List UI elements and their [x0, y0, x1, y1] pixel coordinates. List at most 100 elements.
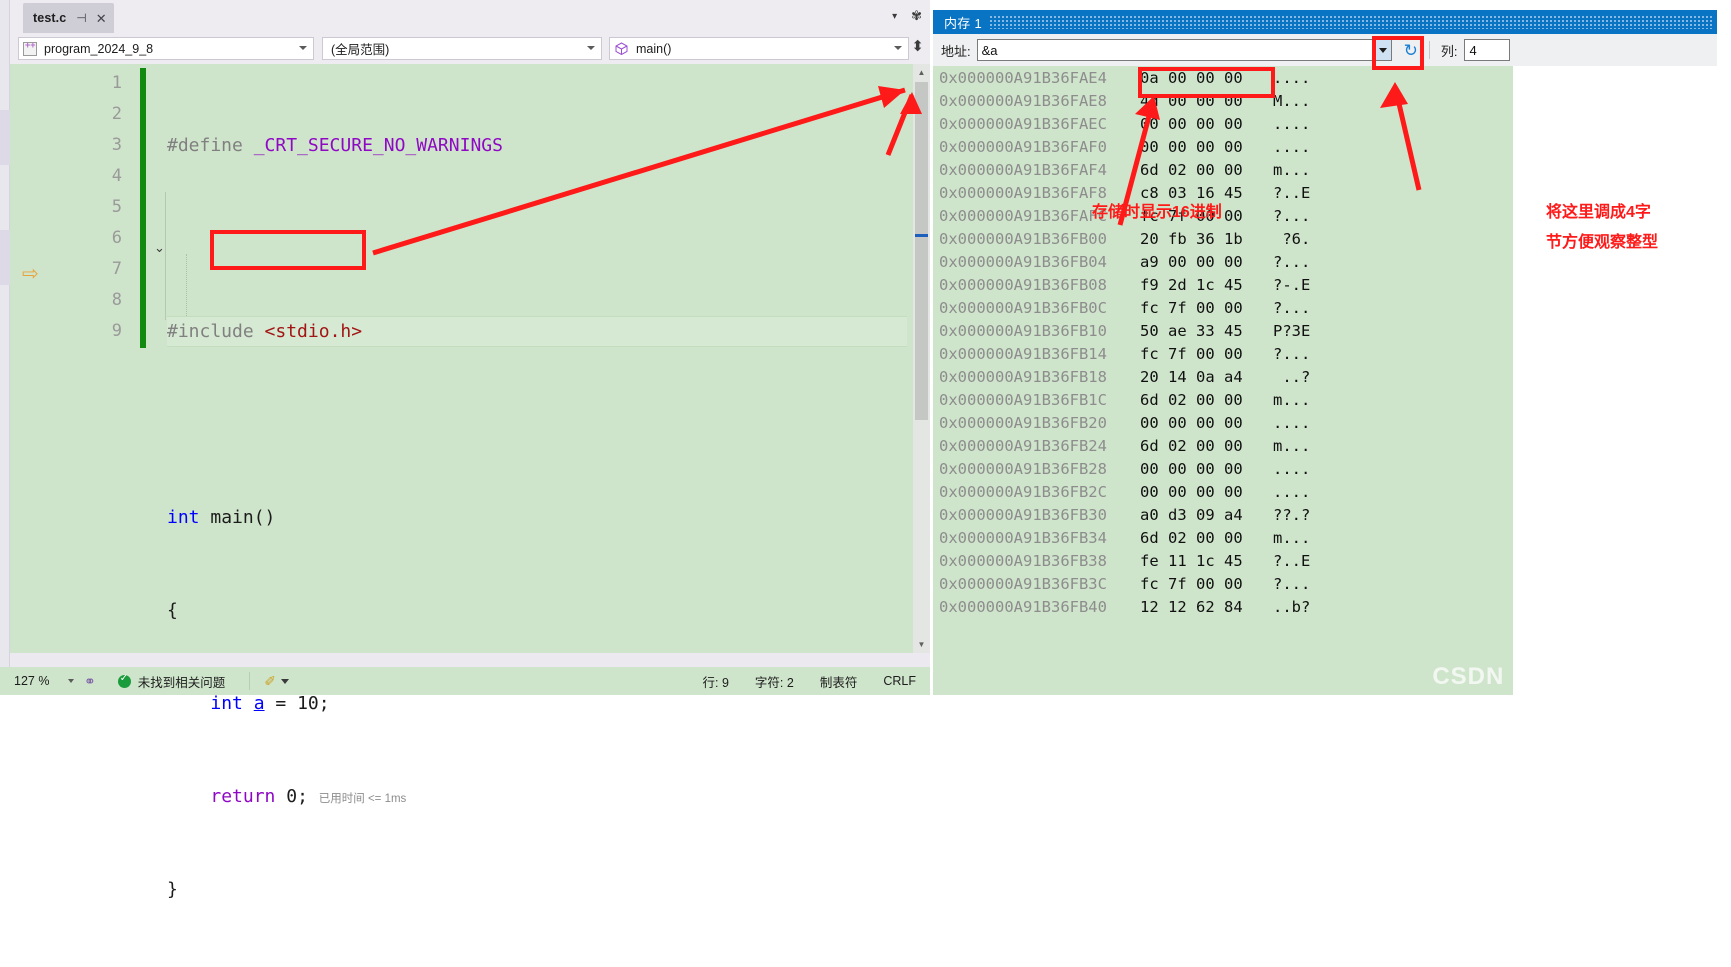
memory-row-hex: a0 d3 09 a4 — [1140, 505, 1243, 524]
editor-status-bar: 127 % ⚭ 未找到相关问题 ✐ 行: 9 字符: 2 制表符 CRLF — [0, 667, 930, 695]
scrollbar-position-marker — [915, 234, 928, 237]
memory-window-pane: 内存 1 地址: &a ↻ 列: 4 0x000000A91B36FAE4 0a … — [930, 0, 1731, 695]
pin-icon[interactable]: ⊣ — [76, 12, 86, 24]
memory-row[interactable]: 0x000000A91B36FB00 20 fb 36 1b ?6. — [933, 227, 1513, 250]
memory-row-hex: 00 00 00 00 — [1140, 114, 1243, 133]
memory-row-ascii: m... — [1273, 160, 1311, 179]
function-dropdown[interactable]: main() — [609, 37, 909, 60]
memory-row-ascii: ?6. — [1273, 229, 1311, 248]
memory-row-address: 0x000000A91B36FB3C — [939, 574, 1107, 593]
line-number: 2 — [111, 104, 122, 124]
memory-row[interactable]: 0x000000A91B36FB10 50 ae 33 45 P?3E — [933, 319, 1513, 342]
memory-row[interactable]: 0x000000A91B36FB34 6d 02 00 00 m... — [933, 526, 1513, 549]
memory-row[interactable]: 0x000000A91B36FB04 a9 00 00 00?... — [933, 250, 1513, 273]
chevron-down-icon — [68, 679, 74, 683]
memory-row-ascii: ?... — [1273, 298, 1311, 317]
source-code-text[interactable]: #define _CRT_SECURE_NO_WARNINGS #include… — [167, 68, 503, 967]
memory-row-address: 0x000000A91B36FAE4 — [939, 68, 1107, 87]
columns-input-value: 4 — [1469, 42, 1477, 58]
line-number: 6 — [111, 228, 122, 248]
memory-row-hex: 20 14 0a a4 — [1140, 367, 1243, 386]
project-dropdown[interactable]: program_2024_9_8 — [18, 37, 314, 60]
memory-row[interactable]: 0x000000A91B36FB14 fc 7f 00 00?... — [933, 342, 1513, 365]
split-view-icon[interactable]: ⬍ — [911, 39, 924, 54]
memory-row-hex: 00 00 00 00 — [1140, 137, 1243, 156]
memory-row[interactable]: 0x000000A91B36FAFC fc 7f 00 00?... — [933, 204, 1513, 227]
memory-row-ascii: M... — [1273, 91, 1311, 110]
gear-icon[interactable]: ✾ — [911, 8, 922, 24]
memory-row[interactable]: 0x000000A91B36FAF0 00 00 00 00.... — [933, 135, 1513, 158]
memory-row-ascii: ?... — [1273, 206, 1311, 225]
memory-row-address: 0x000000A91B36FB04 — [939, 252, 1107, 271]
tab-strip-actions: ▾ ✾ — [892, 8, 922, 24]
memory-window-titlebar[interactable]: 内存 1 — [933, 10, 1717, 34]
chevron-down-icon — [299, 46, 307, 50]
memory-row[interactable]: 0x000000A91B36FAF8 c8 03 16 45 ?..E — [933, 181, 1513, 204]
memory-row[interactable]: 0x000000A91B36FB1C 6d 02 00 00 m... — [933, 388, 1513, 411]
memory-row[interactable]: 0x000000A91B36FAE8 4d 00 00 00 M... — [933, 89, 1513, 112]
editor-vertical-scrollbar[interactable]: ▲ ▼ — [913, 64, 930, 653]
memory-row-hex: 00 00 00 00 — [1140, 482, 1243, 501]
memory-row-ascii: ?... — [1273, 344, 1311, 363]
indent-guide — [165, 192, 166, 320]
memory-row-hex: 6d 02 00 00 — [1140, 390, 1243, 409]
memory-row[interactable]: 0x000000A91B36FB24 6d 02 00 00 m... — [933, 434, 1513, 457]
memory-row-hex: fc 7f 00 00 — [1140, 298, 1243, 317]
left-rail-tab-1[interactable] — [0, 110, 10, 165]
memory-toolbar: 地址: &a ↻ 列: 4 — [933, 34, 1717, 66]
memory-row[interactable]: 0x000000A91B36FB38 fe 11 1c 45 ?..E — [933, 549, 1513, 572]
chevron-down-icon[interactable]: ▾ — [892, 11, 897, 22]
memory-row-address: 0x000000A91B36FB28 — [939, 459, 1107, 478]
refresh-icon[interactable]: ↻ — [1404, 42, 1418, 59]
memory-row-address: 0x000000A91B36FB20 — [939, 413, 1107, 432]
memory-row-hex: fe 11 1c 45 — [1140, 551, 1243, 570]
document-tab-test-c[interactable]: test.c ⊣ ✕ — [23, 3, 114, 33]
memory-row[interactable]: 0x000000A91B36FAEC 00 00 00 00.... — [933, 112, 1513, 135]
code-fold-chevron-icon[interactable]: ⌄ — [154, 240, 165, 256]
function-dropdown-label: main() — [636, 41, 672, 56]
address-input[interactable]: &a — [976, 39, 1392, 61]
memory-row[interactable]: 0x000000A91B36FB2C 00 00 00 00.... — [933, 480, 1513, 503]
code-editing-surface[interactable]: ⇨ 1 2 3 4 5 6 7 8 9 ⌄ #define _CRT_SECUR… — [10, 64, 930, 900]
memory-row-address: 0x000000A91B36FB14 — [939, 344, 1107, 363]
memory-row-hex: fc 7f 00 00 — [1140, 574, 1243, 593]
memory-row-ascii: m... — [1273, 528, 1311, 547]
chevron-down-icon[interactable] — [1373, 40, 1391, 60]
memory-row[interactable]: 0x000000A91B36FB30 a0 d3 09 a4??.? — [933, 503, 1513, 526]
scrollbar-thumb[interactable] — [915, 82, 928, 420]
status-line-number: 行: 9 — [702, 675, 729, 690]
document-tab-label: test.c — [33, 11, 67, 25]
scroll-up-arrow-icon[interactable]: ▲ — [913, 64, 930, 81]
memory-row[interactable]: 0x000000A91B36FAF4 6d 02 00 00 m... — [933, 158, 1513, 181]
scope-dropdown[interactable]: (全局范围) — [322, 37, 602, 60]
memory-row[interactable]: 0x000000A91B36FAE4 0a 00 00 00.... — [933, 66, 1513, 89]
changed-lines-indicator — [140, 68, 146, 348]
memory-row[interactable]: 0x000000A91B36FB20 00 00 00 00.... — [933, 411, 1513, 434]
memory-row-address: 0x000000A91B36FAF0 — [939, 137, 1107, 156]
memory-window-title: 内存 1 — [944, 15, 983, 31]
memory-row-hex: a9 00 00 00 — [1140, 252, 1243, 271]
memory-row[interactable]: 0x000000A91B36FB28 00 00 00 00.... — [933, 457, 1513, 480]
memory-row[interactable]: 0x000000A91B36FB0C fc 7f 00 00?... — [933, 296, 1513, 319]
memory-row-address: 0x000000A91B36FB38 — [939, 551, 1107, 570]
editor-horizontal-scrollbar[interactable] — [10, 653, 930, 667]
code-cleanup-icon[interactable]: ✐ — [264, 673, 276, 690]
memory-dump-list[interactable]: 0x000000A91B36FAE4 0a 00 00 00.... 0x00000… — [933, 66, 1513, 695]
memory-row-hex: fc 7f 00 00 — [1140, 344, 1243, 363]
memory-row[interactable]: 0x000000A91B36FB40 12 12 62 84 ..b? — [933, 595, 1513, 618]
memory-row[interactable]: 0x000000A91B36FB3C fc 7f 00 00?... — [933, 572, 1513, 595]
memory-row-address: 0x000000A91B36FB34 — [939, 528, 1107, 547]
memory-row-address: 0x000000A91B36FB08 — [939, 275, 1107, 294]
close-icon[interactable]: ✕ — [96, 12, 107, 25]
line-number-column: 1 2 3 4 5 6 7 8 9 — [70, 68, 122, 347]
scroll-down-arrow-icon[interactable]: ▼ — [913, 636, 930, 653]
columns-input[interactable]: 4 — [1463, 39, 1510, 61]
memory-row[interactable]: 0x000000A91B36FB08 f9 2d 1c 45 ?-.E — [933, 273, 1513, 296]
zoom-level-control[interactable]: 127 % — [14, 674, 74, 688]
memory-row[interactable]: 0x000000A91B36FB18 20 14 0a a4 ..? — [933, 365, 1513, 388]
intellisense-icon[interactable]: ⚭ — [84, 673, 96, 690]
titlebar-drag-handle[interactable] — [990, 15, 1713, 29]
project-dropdown-label: program_2024_9_8 — [44, 41, 154, 56]
chevron-down-icon[interactable] — [280, 678, 289, 684]
left-rail-tab-2[interactable] — [0, 230, 10, 285]
